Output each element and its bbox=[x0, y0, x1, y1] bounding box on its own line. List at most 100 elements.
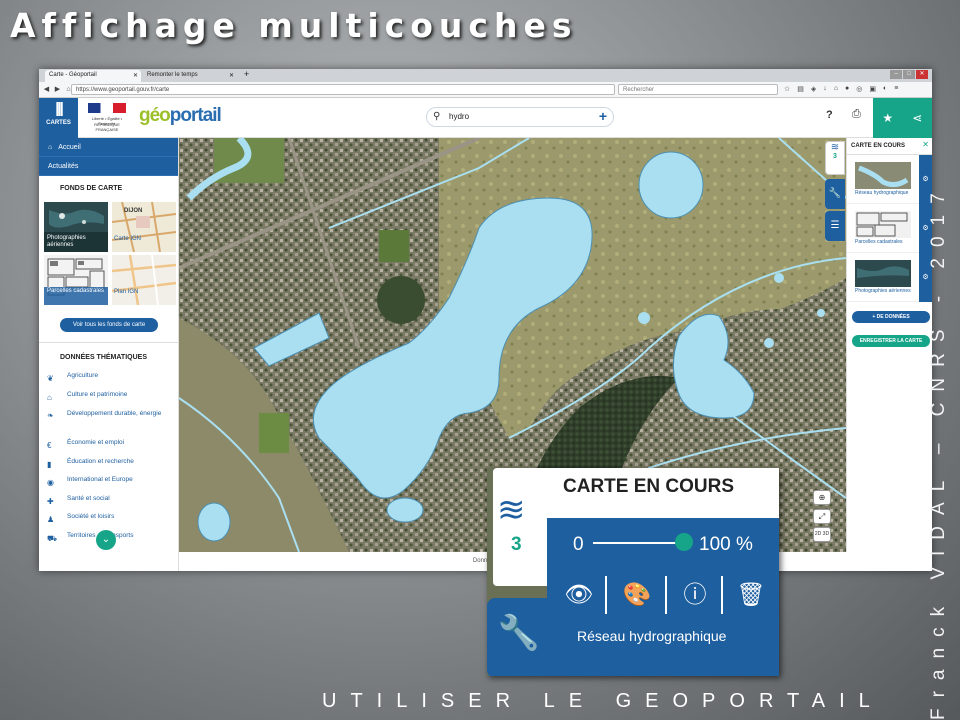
tab-label: Remonter le temps bbox=[147, 72, 198, 78]
address-bar[interactable]: https://www.geoportail.gouv.fr/carte bbox=[71, 84, 615, 95]
addon2-icon[interactable]: ◎ bbox=[856, 85, 862, 93]
basemap-label: Plan IGN bbox=[114, 289, 139, 295]
thematic-item-societe[interactable]: ♟ Société et loisirs bbox=[39, 513, 179, 532]
flag-icon bbox=[88, 103, 126, 113]
layers-icon: ≋ bbox=[830, 142, 840, 153]
opacity-slider-handle[interactable] bbox=[675, 533, 693, 551]
minimize-icon[interactable]: – bbox=[890, 70, 902, 79]
thematic-item-sante[interactable]: ✚ Santé et social bbox=[39, 495, 179, 514]
cadastre-thumbnail bbox=[44, 255, 108, 305]
hydro-layer-thumbnail bbox=[855, 162, 911, 189]
sidebar: ⌂ Accueil Actualités FONDS DE CARTE Photo… bbox=[39, 138, 179, 571]
delete-trash-icon[interactable]: 🗑 bbox=[723, 574, 779, 614]
tab-carte[interactable]: Carte - Géoportail ✕ bbox=[45, 70, 141, 82]
people-icon: ♟ bbox=[47, 515, 55, 524]
tab-remonter-le-temps[interactable]: Remonter le temps ✕ bbox=[143, 70, 237, 82]
layer-item[interactable]: Photographies aériennes ⚙ bbox=[847, 253, 932, 302]
fullscreen-icon[interactable]: ⤢ bbox=[813, 509, 831, 524]
basemap-plan-ign[interactable]: Plan IGN bbox=[112, 255, 176, 305]
thematic-label: Économie et emploi bbox=[67, 439, 125, 446]
panel-title: CARTE EN COURS bbox=[847, 138, 932, 155]
opacity-min-label: 0 bbox=[573, 534, 584, 555]
thematic-item-economie[interactable]: € Économie et emploi bbox=[39, 439, 179, 458]
layer-item[interactable]: Réseau hydrographique ⚙ bbox=[847, 155, 932, 204]
addon3-icon[interactable]: ▣ bbox=[869, 85, 876, 93]
slide-footer: UTILISER LE GEOPORTAIL bbox=[322, 690, 884, 712]
save-map-button[interactable]: ENREGISTRER LA CARTE bbox=[852, 335, 930, 347]
sidebar-item-accueil[interactable]: ⌂ Accueil bbox=[39, 138, 178, 157]
bookmark-star-icon[interactable]: ☆ bbox=[784, 85, 790, 93]
geoportail-logo[interactable]: géoportail bbox=[139, 105, 222, 127]
home-toolbar-icon[interactable]: ⌂ bbox=[834, 85, 838, 93]
back-icon[interactable]: ◀ bbox=[42, 85, 51, 94]
layer-name: Photographies aériennes bbox=[855, 288, 911, 294]
cartes-menu-button[interactable]: ||| CARTES bbox=[39, 98, 78, 138]
navigation-bar: ◀ ▶ ⌂ https://www.geoportail.gouv.fr/car… bbox=[39, 82, 932, 98]
window-close-icon[interactable]: ✕ bbox=[916, 70, 928, 79]
logo-part-b: portail bbox=[169, 105, 222, 126]
add-data-button[interactable]: + DE DONNÉES bbox=[852, 311, 930, 323]
basemap-label: Photographies aériennes bbox=[47, 235, 86, 248]
forward-icon[interactable]: ▶ bbox=[53, 85, 62, 94]
layer-actions: 👁 🎨 ⓘ 🗑 bbox=[547, 574, 779, 614]
addon-icon[interactable]: ● bbox=[845, 85, 849, 93]
addon4-icon[interactable]: ◐ bbox=[883, 85, 887, 93]
chevron-down-icon[interactable]: ⌄ bbox=[96, 530, 116, 550]
see-all-basemaps-button[interactable]: Voir tous les fonds de carte bbox=[60, 318, 158, 332]
map-tools-strip: ≋ 3 🔧 ☰ bbox=[823, 141, 845, 241]
thematic-item-culture[interactable]: ⌂ Culture et patrimoine bbox=[39, 391, 179, 410]
book-icon: ▮ bbox=[47, 459, 52, 469]
leaf-icon: ❧ bbox=[47, 411, 54, 420]
close-tab-icon[interactable]: ✕ bbox=[229, 72, 234, 79]
museum-icon: ⌂ bbox=[47, 392, 52, 402]
tab-bar: Carte - Géoportail ✕ Remonter le temps ✕… bbox=[39, 69, 932, 82]
locate-icon[interactable]: ⊕ bbox=[813, 490, 831, 505]
advanced-search-plus-icon[interactable]: + bbox=[599, 107, 607, 125]
basemap-carte-ign[interactable]: DIJON Carte IGN bbox=[112, 202, 176, 252]
opacity-value: 100 % bbox=[699, 534, 753, 555]
window-controls: – □ ✕ bbox=[890, 70, 928, 79]
sidebar-item-actualites[interactable]: Actualités bbox=[39, 157, 178, 176]
basemap-parcelles[interactable]: Parcelles cadastrales bbox=[44, 255, 108, 305]
wrench-icon[interactable]: 🔧 bbox=[487, 598, 551, 676]
place-search-input[interactable]: ⚲ hydro + bbox=[426, 107, 614, 127]
basemap-place-label: DIJON bbox=[124, 208, 142, 214]
opacity-slider-track[interactable] bbox=[593, 542, 687, 544]
euro-icon: € bbox=[47, 441, 52, 450]
download-icon[interactable]: ↓ bbox=[823, 85, 827, 93]
thematic-item-international[interactable]: ◉ International et Europe bbox=[39, 476, 179, 495]
layers-stack-icon: ≋ bbox=[497, 491, 526, 529]
basemap-photographies[interactable]: Photographies aériennes bbox=[44, 202, 108, 252]
favorites-star-icon[interactable]: ★ bbox=[873, 98, 903, 138]
thematic-label: Société et loisirs bbox=[67, 513, 115, 520]
layer-item[interactable]: Parcelles cadastrales ⚙ bbox=[847, 204, 932, 253]
thematic-item-developpement[interactable]: ❧ Développement durable, énergie bbox=[39, 409, 179, 439]
globe-icon: ◉ bbox=[47, 478, 54, 487]
help-button[interactable]: ? bbox=[826, 109, 833, 121]
aerial-layer-thumbnail bbox=[855, 260, 911, 287]
basemaps-heading: FONDS DE CARTE bbox=[60, 185, 123, 192]
new-tab-icon[interactable]: + bbox=[244, 69, 249, 79]
thematic-item-agriculture[interactable]: ❦ Agriculture bbox=[39, 372, 179, 391]
sidebar-item-label: Accueil bbox=[58, 144, 81, 151]
browser-toolbar-icons: ☆ ▤ ◈ ↓ ⌂ ● ◎ ▣ ◐ ≡ bbox=[784, 85, 898, 93]
layers-toggle-button[interactable]: ≋ 3 bbox=[825, 141, 845, 175]
menu-icon[interactable]: ≡ bbox=[894, 85, 898, 93]
thematic-item-education[interactable]: ▮ Éducation et recherche bbox=[39, 458, 179, 477]
visibility-eye-icon[interactable]: 👁 bbox=[551, 574, 607, 614]
info-icon[interactable]: ⓘ bbox=[667, 574, 723, 614]
cartes-label: CARTES bbox=[46, 120, 71, 126]
2d-3d-toggle[interactable]: 2D 3D bbox=[813, 527, 831, 542]
print-icon[interactable]: ⎙ bbox=[852, 108, 861, 121]
pocket-icon[interactable]: ◈ bbox=[811, 85, 816, 93]
zoom-layer-count: 3 bbox=[511, 534, 522, 555]
tools-wrench-button[interactable]: 🔧 bbox=[825, 179, 845, 209]
library-icon[interactable]: ▤ bbox=[797, 85, 804, 93]
sidebar-nav: ⌂ Accueil Actualités bbox=[39, 138, 178, 176]
close-tab-icon[interactable]: ✕ bbox=[133, 72, 138, 79]
legend-list-button[interactable]: ☰ bbox=[825, 211, 845, 241]
maximize-icon[interactable]: □ bbox=[903, 70, 915, 79]
style-palette-icon[interactable]: 🎨 bbox=[609, 574, 665, 614]
browser-search-field[interactable]: Rechercher bbox=[618, 84, 778, 95]
divider bbox=[605, 576, 607, 614]
